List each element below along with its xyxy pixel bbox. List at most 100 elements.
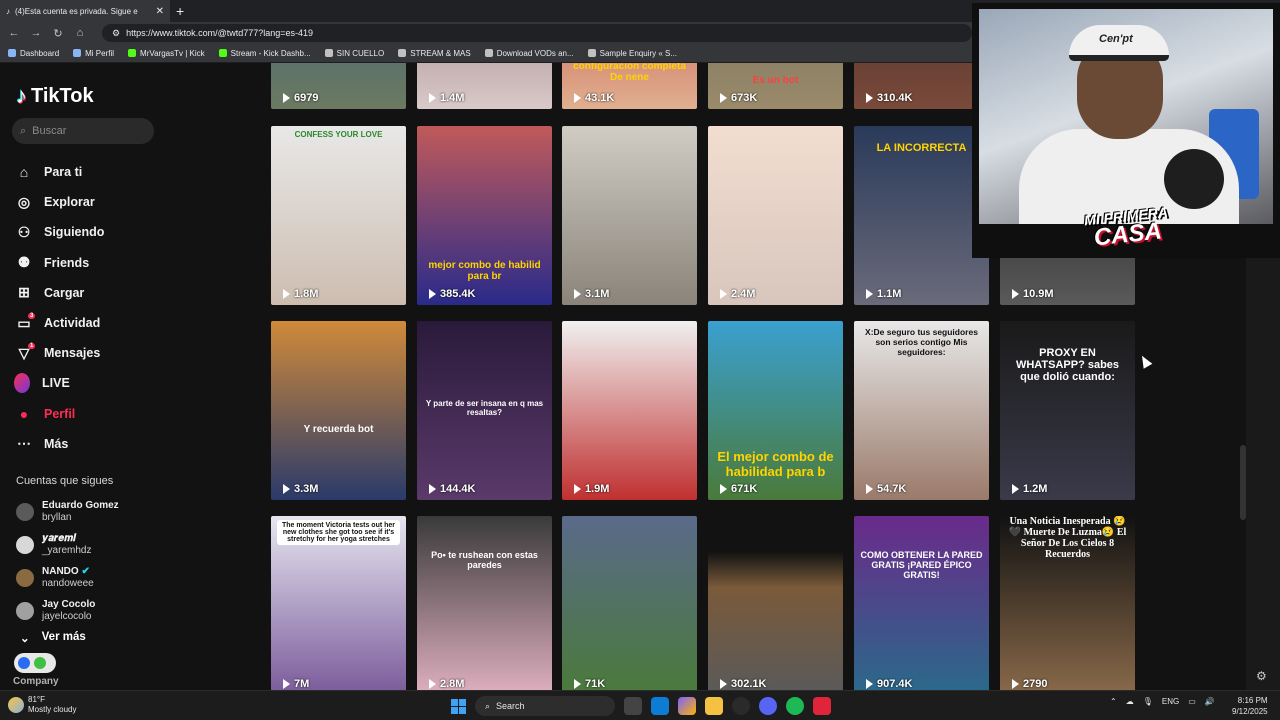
close-tab-icon[interactable]: ✕ <box>156 6 164 17</box>
video-card[interactable]: Es un bot 673K <box>708 63 843 109</box>
network-icon[interactable]: ▭ <box>1188 697 1196 706</box>
video-card[interactable]: 302.1K <box>708 516 843 690</box>
play-icon <box>429 289 436 299</box>
view-count: 6979 <box>283 92 318 104</box>
task-view-icon[interactable] <box>624 697 642 715</box>
nav-mensajes[interactable]: ▽ 1 Mensajes <box>16 338 226 368</box>
more-icon: ⋯ <box>17 435 31 452</box>
search-icon: ⌕ <box>20 124 27 137</box>
video-card[interactable]: COMO OBTENER LA PARED GRATIS ¡PARED ÉPIC… <box>854 516 989 690</box>
file-explorer-icon[interactable] <box>705 697 723 715</box>
taskbar-clock[interactable]: 8:16 PM 9/12/2025 <box>1232 695 1268 717</box>
new-tab-icon[interactable]: + <box>176 3 184 19</box>
search-input[interactable]: ⌕ Buscar <box>12 118 154 144</box>
video-card[interactable]: El mejor combo de habilidad para b 671K <box>708 321 843 500</box>
back-icon[interactable]: ← <box>8 27 20 39</box>
video-card[interactable]: Y parte de ser insana en q mas resaltas?… <box>417 321 552 500</box>
browser-tab[interactable]: ♪ (4)Esta cuenta es privada. Sigue e ✕ <box>0 0 170 22</box>
video-card[interactable]: 310.4K <box>854 63 989 109</box>
nav-explorar[interactable]: ◎ Explorar <box>16 187 226 217</box>
nav-perfil[interactable]: ● Perfil <box>16 399 226 429</box>
home-icon[interactable]: ⌂ <box>74 27 86 39</box>
url-text: https://www.tiktok.com/@twtd777?lang=es-… <box>126 28 314 38</box>
language-indicator[interactable]: ENG <box>1162 697 1179 706</box>
play-icon <box>866 679 873 689</box>
bookmark-icon <box>8 49 16 57</box>
nav-live[interactable]: LIVE <box>14 368 226 398</box>
video-card[interactable]: 3.1M <box>562 126 697 305</box>
following-account[interactable]: 𝒚𝒂𝒓𝒆𝒎𝒊 _yaremhdz <box>16 528 226 561</box>
weather-widget[interactable]: 81°F Mostly cloudy <box>8 695 76 715</box>
company-link[interactable]: Company <box>13 676 59 687</box>
video-card[interactable]: 1.4M <box>417 63 552 109</box>
kick-icon <box>128 49 137 57</box>
nav-actividad[interactable]: ▭ 3 Actividad <box>16 308 226 338</box>
nav-friends[interactable]: ⚉ Friends <box>16 248 226 278</box>
reload-icon[interactable]: ↻ <box>52 27 64 40</box>
scrollbar-thumb[interactable] <box>1240 445 1246 520</box>
tiktok-logo[interactable]: ♪ TikTok <box>16 83 94 109</box>
chevron-up-icon[interactable]: ⌃ <box>1110 697 1117 706</box>
view-count: 3.1M <box>574 288 609 300</box>
avatar <box>16 601 34 620</box>
app-icon[interactable] <box>813 697 831 715</box>
nav-para-ti[interactable]: ⌂ Para ti <box>16 157 226 187</box>
bookmark-item[interactable]: SIN CUELLO <box>324 49 384 58</box>
home-icon: ⌂ <box>19 164 29 181</box>
play-icon <box>720 679 727 689</box>
bookmark-item[interactable]: Dashboard <box>8 49 59 58</box>
view-count: 54.7K <box>866 483 906 495</box>
video-card[interactable]: CONFESS YOUR LOVE 1.8M <box>271 126 406 305</box>
bookmark-item[interactable]: MrVargasTv | Kick <box>128 49 205 58</box>
video-card[interactable]: 1.9M <box>562 321 697 500</box>
extension-pill[interactable] <box>14 653 56 673</box>
see-more-button[interactable]: ⌄ Ver más <box>20 631 86 645</box>
nav-siguiendo[interactable]: ⚇ Siguiendo <box>16 217 226 247</box>
site-info-icon[interactable]: ⚙ <box>112 28 120 39</box>
following-section-title: Cuentas que sigues <box>16 475 114 487</box>
video-card[interactable]: Y recuerda bot 3.3M <box>271 321 406 500</box>
video-caption: LA INCORRECTA <box>876 142 967 154</box>
video-card[interactable]: The moment Victoria tests out her new cl… <box>271 516 406 690</box>
following-account[interactable]: Eduardo Gomez bryllan <box>16 495 226 528</box>
nav-mas[interactable]: ⋯ Más <box>16 429 226 459</box>
edge-icon[interactable] <box>651 697 669 715</box>
copilot-icon[interactable] <box>678 697 696 715</box>
bookmark-item[interactable]: Download VODs an... <box>484 49 574 58</box>
bookmark-item[interactable]: Stream - Kick Dashb... <box>218 49 311 58</box>
video-card[interactable]: PROXY EN WHATSAPP? sabes que dolió cuand… <box>1000 321 1135 500</box>
mic-icon[interactable]: 🎙 <box>1143 697 1153 706</box>
forward-icon[interactable]: → <box>30 27 42 39</box>
bookmark-item[interactable]: Sample Enquiry « S... <box>587 49 677 58</box>
cloud-icon[interactable]: ☁ <box>1126 697 1134 706</box>
settings-icon[interactable]: ⚙ <box>1256 669 1267 683</box>
video-card[interactable]: mejor combo de habilid para br 385.4K <box>417 126 552 305</box>
video-card[interactable]: 2.4M <box>708 126 843 305</box>
bookmark-item[interactable]: Mi Perfil <box>73 49 114 58</box>
video-card[interactable]: 6979 <box>271 63 406 109</box>
spotify-icon[interactable] <box>786 697 804 715</box>
extension-icon <box>34 657 46 669</box>
following-account[interactable]: Jay Cocolo jayelcocolo <box>16 594 226 627</box>
play-icon <box>429 484 436 494</box>
video-card[interactable]: configuración completa De nene 43.1K <box>562 63 697 109</box>
video-card[interactable]: X:De seguro tus seguidores son serios co… <box>854 321 989 500</box>
upload-icon: ⊞ <box>18 284 30 301</box>
nav-cargar[interactable]: ⊞ Cargar <box>16 278 226 308</box>
obs-icon[interactable] <box>732 697 750 715</box>
bookmark-item[interactable]: STREAM & MAS <box>398 49 471 58</box>
taskbar-search[interactable]: ⌕ Search <box>475 696 615 716</box>
view-count: 302.1K <box>720 678 766 690</box>
video-card[interactable]: Po• te rushean con estas paredes 2.8M <box>417 516 552 690</box>
video-card[interactable]: LA INCORRECTA 1.1M <box>854 126 989 305</box>
video-card[interactable]: 71K <box>562 516 697 690</box>
address-bar[interactable]: ⚙ https://www.tiktok.com/@twtd777?lang=e… <box>102 24 972 42</box>
volume-icon[interactable]: 🔊 <box>1205 697 1215 706</box>
video-caption: X:De seguro tus seguidores son serios co… <box>865 327 978 357</box>
following-account[interactable]: NANDO ✔ nandoweee <box>16 561 226 594</box>
video-card[interactable]: Una Noticia Inesperada 😢🖤 Muerte De Luzm… <box>1000 516 1135 690</box>
view-count: 673K <box>720 92 757 104</box>
windows-start-icon[interactable] <box>451 698 466 714</box>
globe-icon <box>587 49 596 57</box>
discord-icon[interactable] <box>759 697 777 715</box>
